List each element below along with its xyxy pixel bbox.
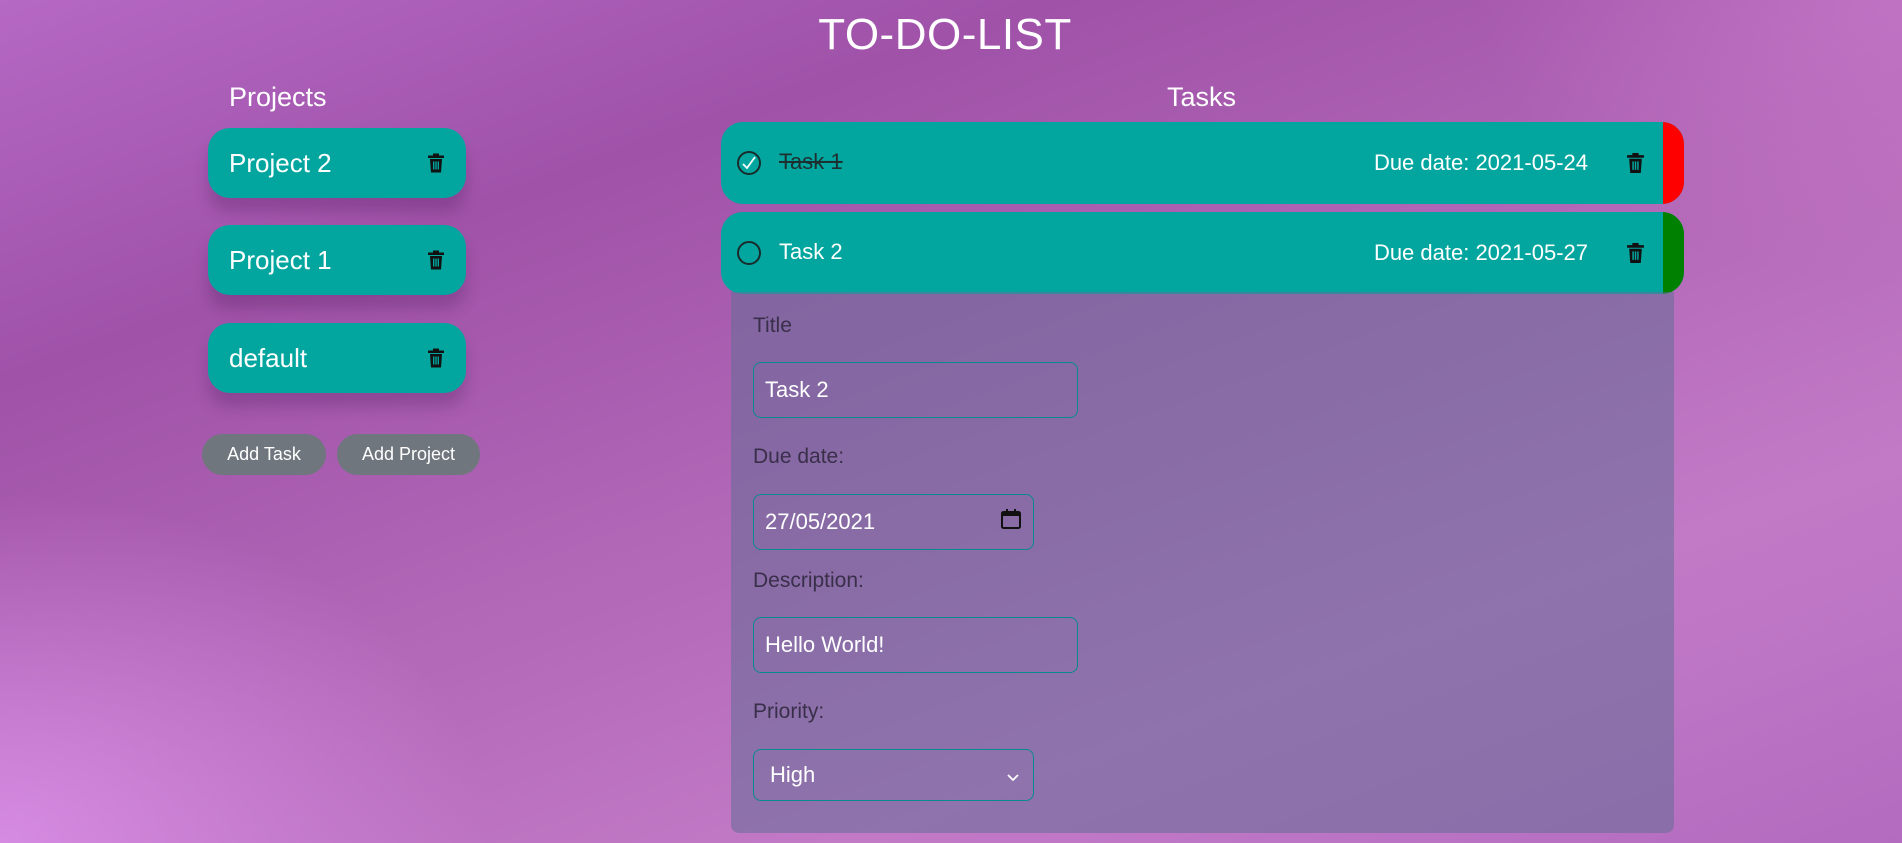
due-date-value: 27/05/2021	[765, 509, 876, 534]
project-item-default[interactable]: default	[208, 323, 466, 393]
due-date-input[interactable]: 27/05/2021	[753, 494, 1034, 550]
app-title: TO-DO-LIST	[818, 10, 1072, 59]
tasks-heading: Tasks	[1167, 82, 1237, 112]
title-input-value: Task 2	[765, 377, 829, 402]
priority-indicator-high	[1663, 122, 1684, 204]
check-circle-icon[interactable]	[737, 151, 761, 175]
trash-icon[interactable]	[428, 348, 444, 368]
priority-selected-value: High	[770, 762, 816, 787]
description-value: Hello World!	[765, 632, 885, 657]
task-due-date: Due date: 2021-05-27	[1373, 240, 1588, 265]
task-row-task-2[interactable]: Task 2 Due date: 2021-05-27	[721, 212, 1684, 294]
title-label: Title	[753, 314, 792, 337]
due-date-label: Due date:	[753, 445, 845, 468]
description-label: Description:	[753, 569, 864, 592]
priority-select[interactable]: High	[753, 749, 1034, 801]
task-details-form: Title Task 2 Due date: 27/05/2021 Descri…	[731, 292, 1674, 833]
priority-label: Priority:	[753, 700, 825, 723]
chevron-down-icon	[1007, 762, 1019, 788]
trash-icon[interactable]	[1627, 153, 1644, 173]
add-project-button[interactable]: Add Project	[337, 434, 480, 475]
trash-icon[interactable]	[428, 250, 444, 270]
project-label: default	[229, 342, 308, 373]
project-item-project-1[interactable]: Project 1	[208, 225, 466, 295]
task-due-date: Due date: 2021-05-24	[1373, 150, 1588, 175]
calendar-icon[interactable]	[1000, 508, 1022, 536]
project-item-project-2[interactable]: Project 2	[208, 128, 466, 198]
circle-icon[interactable]	[737, 241, 761, 265]
task-title: Task 1	[779, 148, 843, 174]
priority-indicator-low	[1663, 212, 1684, 294]
project-label: Project 1	[229, 244, 332, 275]
project-label: Project 2	[229, 147, 332, 178]
description-input[interactable]: Hello World!	[753, 617, 1078, 673]
trash-icon[interactable]	[1627, 243, 1644, 263]
projects-heading: Projects	[229, 82, 327, 112]
trash-icon[interactable]	[428, 153, 444, 173]
add-task-button[interactable]: Add Task	[202, 434, 326, 475]
task-row-task-1[interactable]: Task 1 Due date: 2021-05-24	[721, 122, 1684, 204]
title-input[interactable]: Task 2	[753, 362, 1078, 418]
task-title: Task 2	[779, 238, 843, 264]
